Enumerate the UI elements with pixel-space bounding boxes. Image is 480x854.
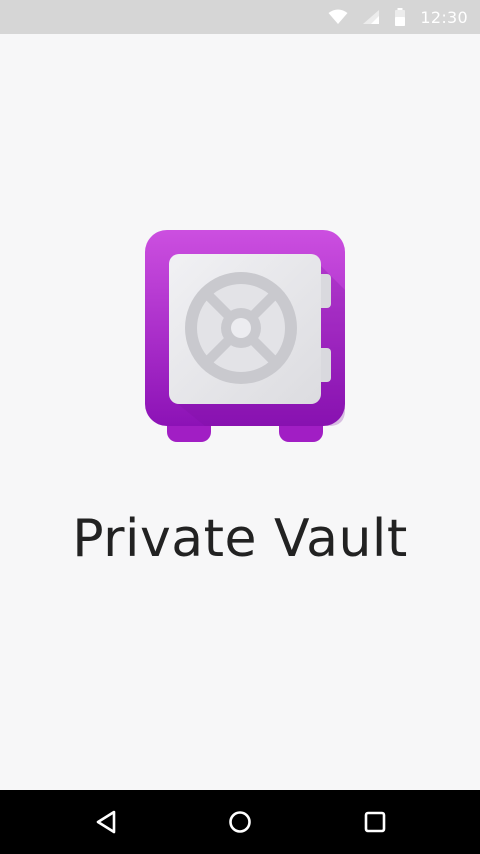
status-bar: 12:30 (0, 0, 480, 34)
recents-button[interactable] (335, 790, 415, 854)
home-button[interactable] (200, 790, 280, 854)
battery-icon (394, 8, 406, 26)
navigation-bar (0, 790, 480, 854)
back-icon (95, 810, 117, 834)
vault-safe-icon (145, 230, 345, 444)
recents-icon (364, 811, 386, 833)
back-button[interactable] (66, 790, 146, 854)
home-icon (228, 810, 252, 834)
splash-content: Private Vault (0, 34, 480, 790)
status-time: 12:30 (420, 7, 468, 27)
cellular-signal-icon (362, 9, 380, 25)
app-title: Private Vault (72, 509, 408, 569)
wifi-icon (328, 9, 348, 25)
status-icons: 12:30 (328, 0, 468, 34)
splash-screen: 12:30 Private Vault (0, 0, 480, 854)
